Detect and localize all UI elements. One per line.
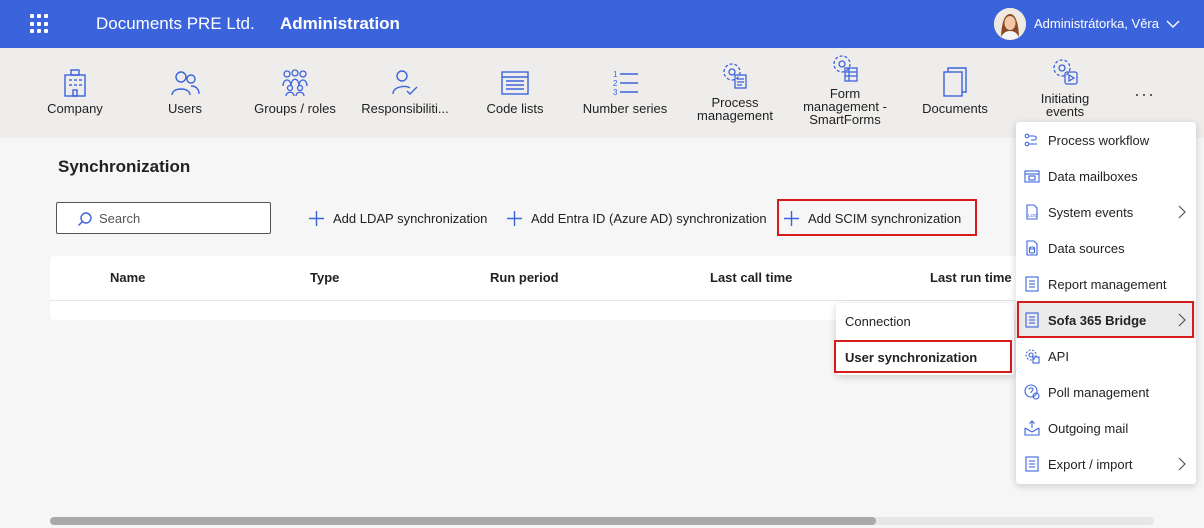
menu-item-data-mailboxes[interactable]: Data mailboxes <box>1016 158 1196 194</box>
avatar[interactable] <box>994 8 1026 40</box>
add-entra-sync-button[interactable]: Add Entra ID (Azure AD) synchronization <box>506 208 767 228</box>
menu-item-label: Outgoing mail <box>1048 420 1129 436</box>
toolbar-responsibilities[interactable]: Responsibiliti... <box>356 48 454 138</box>
app-launcher-grid-icon[interactable] <box>30 14 50 34</box>
menu-item-process-workflow[interactable]: Process workflow <box>1016 122 1196 158</box>
menu-item-label: Poll management <box>1048 384 1150 400</box>
menu-item-outgoing-mail[interactable]: Outgoing mail <box>1016 410 1196 446</box>
highlight-box <box>777 199 977 236</box>
datasource-icon <box>1026 240 1038 256</box>
toolbar-groups-roles[interactable]: Groups / roles <box>250 48 340 138</box>
export-icon <box>1025 456 1039 472</box>
search-input[interactable] <box>99 209 259 227</box>
menu-item-report-management[interactable]: Report management <box>1016 266 1196 302</box>
toolbar-label: Initiating events <box>1040 91 1090 119</box>
menu-item-label: Process workflow <box>1048 132 1150 148</box>
menu-item-label: Data mailboxes <box>1048 168 1138 184</box>
menu-item-system-events[interactable]: LOG System events <box>1016 194 1196 230</box>
toolbar-number-series[interactable]: 123 Number series <box>576 48 674 138</box>
chevron-right-icon <box>1178 205 1186 219</box>
workflow-icon <box>1024 133 1037 147</box>
action-label: Add LDAP synchronization <box>333 210 488 226</box>
svg-text:LOG: LOG <box>1028 213 1038 218</box>
mailbox-icon <box>1024 170 1040 183</box>
poll-icon <box>1024 384 1040 400</box>
toolbar-form-management[interactable]: Form management - SmartForms <box>796 48 894 138</box>
toolbar-label: Code lists <box>486 101 544 116</box>
toolbar-process-management[interactable]: Process management <box>690 48 780 138</box>
toolbar-documents[interactable]: Documents <box>916 48 994 138</box>
log-icon: LOG <box>1026 204 1038 220</box>
page-title: Synchronization <box>58 157 191 176</box>
search-icon <box>78 212 92 226</box>
table-divider <box>50 300 1150 301</box>
chevron-down-icon[interactable] <box>1166 14 1180 34</box>
highlight-box <box>834 340 1012 373</box>
toolbar-label: Form management - SmartForms <box>803 86 887 127</box>
toolbar-company[interactable]: Company <box>40 48 110 138</box>
svg-text:2: 2 <box>613 79 618 88</box>
menu-item-label: Report management <box>1048 276 1167 292</box>
section-title: Administration <box>280 14 400 33</box>
toolbar-users[interactable]: Users <box>150 48 220 138</box>
user-name[interactable]: Administrátorka, Věra <box>1034 16 1159 31</box>
code-list-icon <box>501 71 529 95</box>
highlight-box <box>1017 301 1194 338</box>
building-icon <box>64 69 86 97</box>
toolbar-label: Number series <box>582 101 668 116</box>
toolbar-label: Company <box>47 101 103 116</box>
toolbar-label: Process management <box>697 95 773 123</box>
groups-icon <box>282 69 308 97</box>
horizontal-scrollbar-thumb[interactable] <box>50 517 876 525</box>
gear-doc-icon <box>723 63 747 89</box>
menu-item-data-sources[interactable]: Data sources <box>1016 230 1196 266</box>
column-header-last-call-time[interactable]: Last call time <box>710 270 792 285</box>
api-icon <box>1025 349 1040 364</box>
menu-item-label: Export / import <box>1048 456 1133 472</box>
toolbar-label: Responsibiliti... <box>361 101 449 116</box>
gear-table-icon <box>833 55 858 82</box>
column-header-run-period[interactable]: Run period <box>490 270 559 285</box>
company-name[interactable]: Documents PRE Ltd. <box>96 14 255 34</box>
report-icon <box>1025 276 1039 292</box>
add-ldap-sync-button[interactable]: Add LDAP synchronization <box>308 208 487 228</box>
column-header-type[interactable]: Type <box>310 270 339 285</box>
plus-icon <box>507 210 522 226</box>
menu-item-label: API <box>1048 348 1069 364</box>
user-check-icon <box>392 70 418 95</box>
menu-item-label: Data sources <box>1048 240 1125 256</box>
gear-play-icon <box>1053 59 1078 85</box>
svg-text:3: 3 <box>613 88 618 97</box>
number-series-icon: 123 <box>613 70 638 97</box>
menu-item-api[interactable]: API <box>1016 338 1196 374</box>
more-options-button[interactable]: ··· <box>1134 84 1155 105</box>
toolbar-label: Users <box>168 101 202 116</box>
top-bar: Documents PRE Ltd. Administration Admini… <box>0 0 1204 48</box>
column-header-name[interactable]: Name <box>110 270 145 285</box>
plus-icon <box>309 210 324 226</box>
chevron-right-icon <box>1178 457 1186 471</box>
toolbar-code-lists[interactable]: Code lists <box>476 48 554 138</box>
menu-item-poll-management[interactable]: Poll management <box>1016 374 1196 410</box>
outgoing-mail-icon <box>1024 420 1040 436</box>
toolbar-label: Groups / roles <box>254 101 336 116</box>
menu-item-label: System events <box>1048 204 1134 220</box>
menu-item-export-import[interactable]: Export / import <box>1016 446 1196 482</box>
toolbar-label: Documents <box>922 101 988 116</box>
submenu-item-connection[interactable]: Connection <box>836 303 1014 339</box>
search-field[interactable] <box>56 202 271 234</box>
column-header-last-run-time[interactable]: Last run time <box>930 270 1012 285</box>
action-label: Add Entra ID (Azure AD) synchronization <box>531 210 767 226</box>
svg-text:1: 1 <box>613 70 618 79</box>
users-icon <box>171 71 200 96</box>
documents-icon <box>943 67 967 97</box>
